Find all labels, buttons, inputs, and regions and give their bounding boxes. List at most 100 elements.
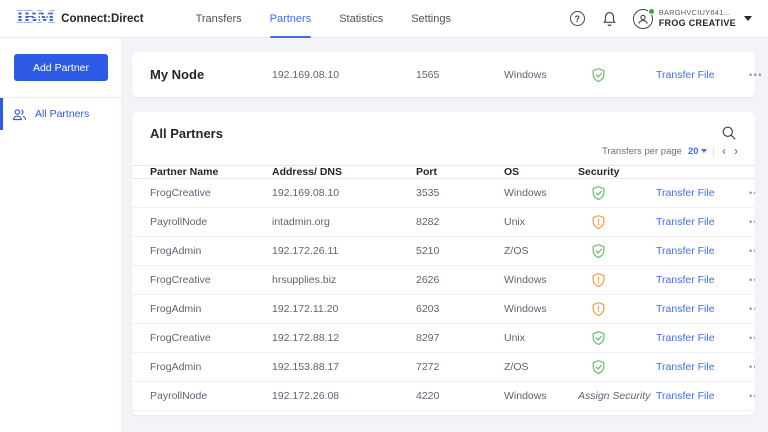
port-cell: 5210 [416,245,440,257]
partner-name-cell: FrogAdmin [150,361,202,373]
port-cell: 3535 [416,187,440,199]
user-id: BARGHVCIUY641... [658,8,731,18]
partner-name-cell: FrogAdmin [150,245,202,257]
sidebar-item-all-partners[interactable]: All Partners [0,98,121,130]
shield-check-icon [578,243,656,259]
user-org: FROG CREATIVE [658,17,736,28]
security-cell: Assign Security [578,390,656,402]
os-cell: Unix [504,332,526,344]
overflow-menu-icon[interactable]: ••• [749,246,755,256]
column-header: Port [416,166,437,178]
overflow-menu-icon[interactable]: ••• [749,362,755,372]
os-cell: Windows [504,187,547,199]
overflow-menu-icon[interactable]: ••• [749,304,755,314]
shield-check-icon [578,359,656,375]
transfer-file-link[interactable]: Transfer File [656,390,749,402]
partner-name-cell: FrogCreative [150,187,211,199]
os-cell: Windows [504,303,547,315]
per-page-label: Transfers per page [602,145,682,157]
prev-page-icon[interactable]: ‹ [721,145,727,157]
help-icon[interactable]: ? [569,10,586,27]
port-cell: 7272 [416,361,440,373]
port-cell: 4220 [416,390,440,402]
port-cell: 8282 [416,216,440,228]
table-row: FrogAdmin 192.153.88.17 7272 Z/OS Transf… [132,353,755,382]
sidebar: Add Partner All Partners [0,38,122,432]
shield-check-icon [578,67,656,83]
assign-security-label[interactable]: Assign Security [578,390,650,402]
address-cell: 192.169.08.10 [272,187,340,199]
nav-tab-statistics[interactable]: Statistics [325,0,397,37]
table-row: FrogCreative 192.172.88.12 8297 Unix Tra… [132,324,755,353]
notifications-bell-icon[interactable] [601,10,618,27]
page-size-select[interactable]: 20 [688,146,707,157]
shield-check-icon [578,185,656,201]
table-row: FrogCreative 192.169.08.10 3535 Windows … [132,179,755,208]
shield-warning-icon [578,272,656,288]
top-header: IBM Connect:Direct Transfers Partners Stat… [0,0,768,38]
column-header: Address/ DNS [272,166,343,178]
nav-tab-settings[interactable]: Settings [397,0,465,37]
partner-name-cell: FrogCreative [150,274,211,286]
my-node-title: My Node [150,67,205,82]
shield-check-icon [578,330,656,346]
transfer-file-link[interactable]: Transfer File [656,187,749,199]
brand: IBM Connect:Direct [16,9,144,28]
address-cell: 192.172.11.20 [272,303,339,315]
pagination-bar: Transfers per page 20 | ‹ › [602,144,739,158]
chevron-down-icon [744,16,752,21]
os-cell: Z/OS [504,361,529,373]
table-row: FrogAdmin 192.172.26.11 5210 Z/OS Transf… [132,237,755,266]
overflow-menu-icon[interactable]: ••• [749,70,763,80]
transfer-file-link[interactable]: Transfer File [656,361,749,373]
chevron-down-icon [700,149,707,153]
partners-people-icon [12,108,27,121]
add-partner-button[interactable]: Add Partner [14,54,108,81]
main-content: My Node 192.169.08.10 1565 Windows Trans… [122,38,768,432]
overflow-menu-icon[interactable]: ••• [749,217,755,227]
table-header-row: Partner Name Address/ DNS Port OS Security [132,165,755,179]
overflow-menu-icon[interactable]: ••• [749,333,755,343]
address-cell: 192.172.26.08 [272,390,340,402]
search-icon[interactable] [721,125,737,141]
nav-tab-transfers[interactable]: Transfers [182,0,256,37]
my-node-transfer-file-link[interactable]: Transfer File [656,69,749,81]
transfer-file-link[interactable]: Transfer File [656,274,749,286]
my-node-row: My Node 192.169.08.10 1565 Windows Trans… [132,52,761,97]
user-menu[interactable]: BARGHVCIUY641... FROG CREATIVE [632,7,752,29]
os-cell: Z/OS [504,245,529,257]
online-status-dot [647,7,655,15]
table-row: PayrollNode intadmin.org 8282 Unix Trans… [132,208,755,237]
os-cell: Windows [504,390,547,402]
ibm-logo: IBM [16,8,55,28]
transfer-file-link[interactable]: Transfer File [656,245,749,257]
shield-warning-icon [578,301,656,317]
table-row: PayrollNode 192.172.26.08 4220 Windows A… [132,382,755,411]
address-cell: hrsupplies.biz [272,274,337,286]
partner-name-cell: FrogAdmin [150,303,202,315]
os-cell: Unix [504,216,526,228]
nav-tab-partners[interactable]: Partners [256,0,326,38]
overflow-menu-icon[interactable]: ••• [749,391,755,401]
my-node-port: 1565 [416,68,440,81]
table-row: FrogCreative 192.153.88.15 8080 Unix Tra… [132,411,755,415]
product-name: Connect:Direct [61,12,144,25]
port-cell: 6203 [416,303,440,315]
transfer-file-link[interactable]: Transfer File [656,332,749,344]
next-page-icon[interactable]: › [733,145,739,157]
transfer-file-link[interactable]: Transfer File [656,216,749,228]
transfer-file-link[interactable]: Transfer File [656,303,749,315]
partner-name-cell: PayrollNode [150,390,208,402]
partners-table-body: FrogCreative 192.169.08.10 3535 Windows … [132,179,755,415]
overflow-menu-icon[interactable]: ••• [749,275,755,285]
all-partners-title: All Partners [150,125,223,141]
partner-name-cell: PayrollNode [150,216,208,228]
sidebar-item-label: All Partners [35,108,90,120]
table-row: FrogCreative hrsupplies.biz 2626 Windows… [132,266,755,295]
address-cell: intadmin.org [272,216,330,228]
port-cell: 2626 [416,274,440,286]
overflow-menu-icon[interactable]: ••• [749,188,755,198]
my-node-address: 192.169.08.10 [272,68,340,81]
main-nav: Transfers Partners Statistics Settings [182,0,465,38]
column-header: OS [504,166,520,178]
